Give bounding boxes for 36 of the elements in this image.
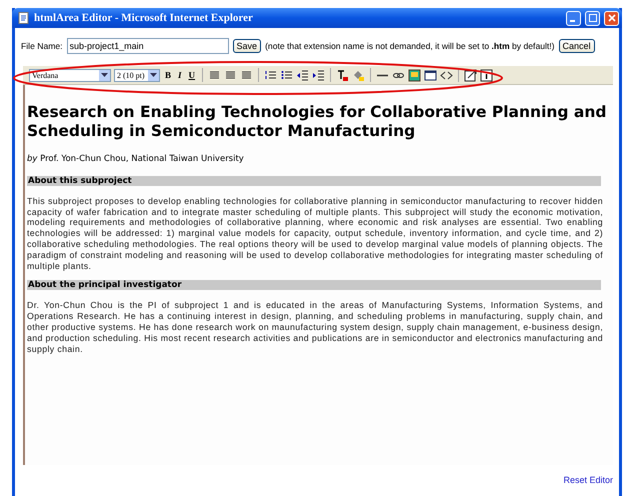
text-color-icon[interactable]	[336, 68, 350, 82]
font-select[interactable]: Verdana	[29, 68, 111, 82]
page-icon	[18, 12, 30, 24]
format-button[interactable]: B	[163, 70, 174, 80]
numbered-list-icon[interactable]	[264, 68, 278, 82]
close-icon	[608, 14, 616, 22]
format-button[interactable]: U	[186, 70, 198, 80]
reset-editor-link[interactable]: Reset Editor	[563, 475, 613, 485]
section-heading: About the principal investigator	[27, 280, 601, 290]
indent-icon[interactable]	[312, 68, 326, 82]
code-icon[interactable]	[440, 68, 454, 82]
window-title: htmlArea Editor - Microsoft Internet Explorer	[34, 12, 254, 24]
section-paragraph: This subproject proposes to develop enabling technologies for collaborative planning in semiconductor manufacturing to recover hidden capacity of wafer fabrication and to integrate master scheduling of multiple plants. This subproject will study the economic motivation, modeling requirements and methodologies of collaborative planning, where economic and risk analyses are essential. Two enabling technologies will be addressed: 1) marginal value models for capacity, output schedule, inventory information, and cycle time, and 2) collaborative scheduling methodologies. The real options theory will be used to develop marginal value models of planning objects. The paradigm of constraint modeling and reasoning will be used to develop collaborative methodologies for integrating master scheduling of multiple plants.	[27, 196, 603, 272]
background-color-icon[interactable]	[352, 68, 366, 82]
dropdown-arrow-icon	[150, 72, 157, 78]
section-paragraph: Dr. Yon-Chun Chou is the PI of subproject 1 and is educated in the areas of Manufacturing Systems, Information Systems, and Operations Research. He has a continuing interest in design, planning, and scheduling problems in manufacturing, supply chain, and other productive systems. He has done research work on maunufacturing system design, supply chain management, e-business design, and production scheduling. His most recent research activities and publications are in semiconductor and electronics manufacturing and supply chain.	[27, 300, 603, 354]
image-icon[interactable]	[408, 68, 422, 82]
save-button[interactable]: Save	[232, 39, 262, 53]
size-select[interactable]: 2 (10 pt)	[114, 68, 160, 82]
maximize-icon	[588, 14, 596, 22]
file-name-label: File Name:	[21, 41, 63, 51]
author-byline: by Prof. Yon-Chun Chou, National Taiwan University	[27, 154, 245, 164]
bullet-list-icon[interactable]	[280, 68, 294, 82]
cancel-button[interactable]: Cancel	[558, 39, 595, 53]
popout-icon[interactable]	[464, 68, 478, 82]
dropdown-arrow-icon	[101, 72, 108, 78]
maximize-button[interactable]	[585, 10, 600, 26]
outdent-icon[interactable]	[296, 68, 310, 82]
extension-note: (note that extension name is not demanded, it will be set to .htm by default!)	[265, 41, 555, 51]
document-title: Research on Enabling Technologies for Collaborative Planning and Scheduling in Semiconductor Manufacturing	[27, 103, 607, 142]
format-button[interactable]: I	[176, 70, 184, 80]
table-icon[interactable]	[424, 68, 438, 82]
file-name-field[interactable]: sub-project1_main	[66, 38, 229, 54]
close-button[interactable]	[604, 10, 619, 26]
minimize-button[interactable]	[566, 10, 581, 26]
section-heading: About this subproject	[27, 176, 601, 186]
